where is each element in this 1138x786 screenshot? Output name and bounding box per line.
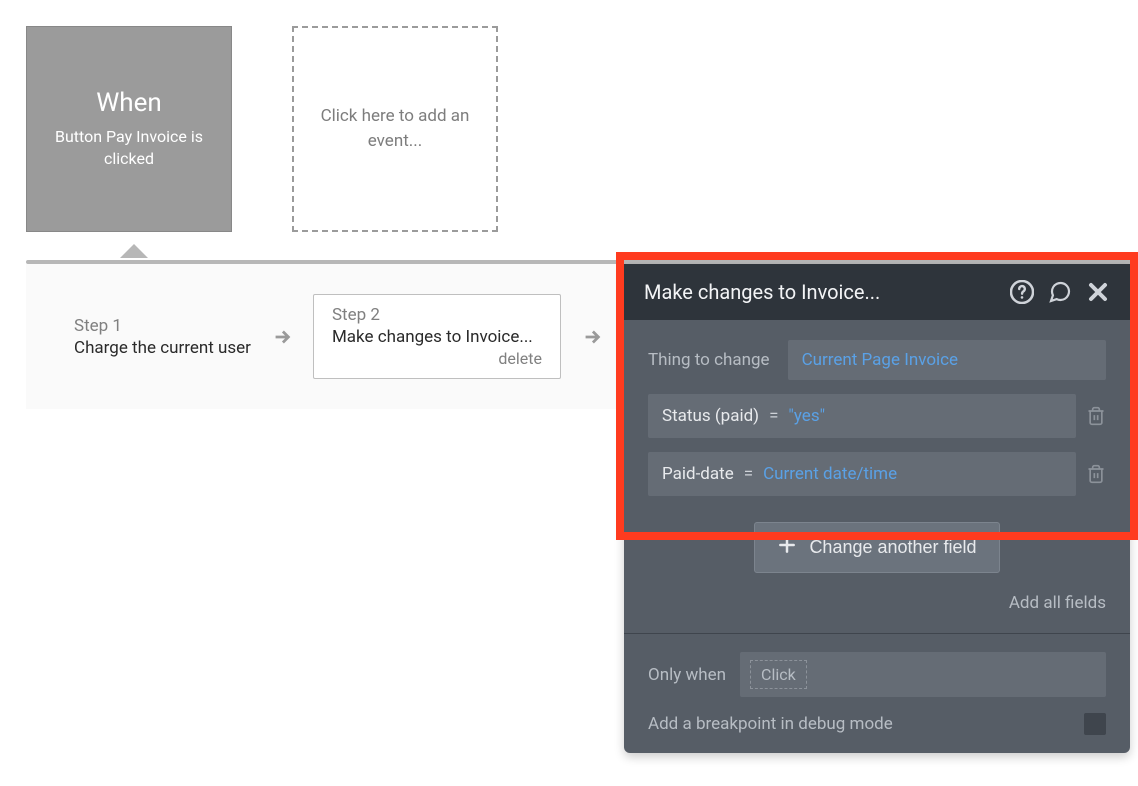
event-when-title: When	[96, 88, 162, 118]
help-circle-icon[interactable]	[1010, 280, 1034, 304]
thing-to-change-expression: Current Page Invoice	[802, 350, 959, 370]
assignment-value: "yes"	[788, 406, 825, 426]
arrow-right-icon	[271, 326, 293, 348]
assignment-field: Status (paid)	[662, 406, 759, 426]
add-all-fields-link[interactable]: Add all fields	[1009, 593, 1106, 613]
only-when-row: Only when Click	[648, 652, 1106, 697]
assignment-expression[interactable]: Status (paid) = "yes"	[648, 394, 1076, 438]
step-title: Charge the current user	[74, 338, 251, 358]
step-label: Step 1	[74, 316, 251, 336]
add-event-placeholder: Click here to add an event...	[310, 104, 480, 155]
thing-to-change-value[interactable]: Current Page Invoice	[788, 340, 1106, 380]
section-divider	[624, 633, 1130, 634]
close-icon[interactable]	[1086, 280, 1110, 304]
inspector-header[interactable]: Make changes to Invoice...	[624, 264, 1130, 320]
inspector-title: Make changes to Invoice...	[644, 280, 996, 304]
assignment-value: Current date/time	[763, 464, 897, 484]
breakpoint-checkbox[interactable]	[1084, 713, 1106, 735]
thing-to-change-row: Thing to change Current Page Invoice	[648, 340, 1106, 380]
action-inspector-panel: Make changes to Invoice... Thing to chan…	[624, 264, 1130, 753]
breakpoint-row: Add a breakpoint in debug mode	[648, 713, 1106, 735]
selected-event-pointer-icon	[120, 244, 148, 258]
step-label: Step 2	[332, 305, 542, 325]
plus-icon	[777, 535, 797, 560]
assignment-operator: =	[769, 406, 778, 426]
only-when-label: Only when	[648, 665, 726, 685]
assignment-operator: =	[744, 464, 753, 484]
only-when-placeholder-chip[interactable]: Click	[750, 660, 807, 689]
inspector-body: Thing to change Current Page Invoice Sta…	[624, 320, 1130, 753]
assignment-expression[interactable]: Paid-date = Current date/time	[648, 452, 1076, 496]
change-another-field-label: Change another field	[809, 537, 976, 558]
event-when-subtitle: Button Pay Invoice is clicked	[43, 126, 215, 169]
change-another-field-button[interactable]: Change another field	[754, 522, 999, 573]
assignment-row: Status (paid) = "yes"	[648, 394, 1106, 438]
step-2[interactable]: Step 2 Make changes to Invoice... delete	[313, 294, 561, 379]
thing-to-change-label: Thing to change	[648, 350, 770, 370]
events-row: When Button Pay Invoice is clicked Click…	[26, 26, 1112, 232]
assignment-field: Paid-date	[662, 464, 734, 484]
only-when-expression-input[interactable]: Click	[740, 652, 1106, 697]
trash-icon[interactable]	[1086, 464, 1106, 484]
trash-icon[interactable]	[1086, 406, 1106, 426]
assignment-row: Paid-date = Current date/time	[648, 452, 1106, 496]
arrow-right-icon	[581, 326, 603, 348]
step-delete-link[interactable]: delete	[332, 349, 542, 368]
breakpoint-label: Add a breakpoint in debug mode	[648, 714, 893, 734]
speech-bubble-icon[interactable]	[1048, 280, 1072, 304]
step-title: Make changes to Invoice...	[332, 327, 542, 347]
event-when-block[interactable]: When Button Pay Invoice is clicked	[26, 26, 232, 232]
step-1[interactable]: Step 1 Charge the current user	[74, 316, 251, 358]
add-event-block[interactable]: Click here to add an event...	[292, 26, 498, 232]
